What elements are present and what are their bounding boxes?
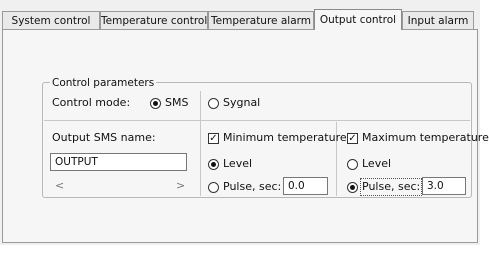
max-level-radio[interactable] [347,159,358,170]
tab-temperature-alarm[interactable]: Temperature alarm [208,11,314,29]
sms-name-input[interactable]: OUTPUT [50,153,187,171]
control-mode-label: Control mode: [52,96,131,109]
min-temperature-checkbox[interactable]: ✓ [208,133,219,144]
max-level-label[interactable]: Level [362,157,391,171]
min-pulse-label[interactable]: Pulse, sec: [223,180,281,194]
max-pulse-label[interactable]: Pulse, sec: [359,178,423,196]
row-divider [44,120,470,121]
group-title: Control parameters [50,77,157,89]
min-temperature-label[interactable]: Minimum temperature [223,131,347,145]
min-pulse-input[interactable]: 0.0 [283,177,328,195]
tab-temperature-control[interactable]: Temperature control [100,11,208,29]
mode-sms-label[interactable]: SMS [165,96,188,110]
min-level-label[interactable]: Level [223,157,252,171]
column-divider [200,91,201,196]
tab-input-alarm[interactable]: Input alarm [402,11,474,29]
mode-signal-radio[interactable] [208,98,219,109]
max-temperature-label[interactable]: Maximum temperature [362,131,489,145]
scroll-right-icon[interactable]: > [176,180,185,192]
tab-output-control[interactable]: Output control [314,9,402,30]
min-level-radio[interactable] [208,159,219,170]
mode-sms-radio[interactable] [150,98,161,109]
tab-system-control[interactable]: System control [2,11,100,29]
settings-window: System control Temperature control Tempe… [0,0,489,245]
scroll-left-icon[interactable]: < [55,180,64,192]
max-pulse-radio[interactable] [347,182,358,193]
max-temperature-checkbox[interactable]: ✓ [347,133,358,144]
sms-name-label: Output SMS name: [52,131,156,144]
min-pulse-radio[interactable] [208,182,219,193]
tab-bar: System control Temperature control Tempe… [2,9,478,30]
mode-signal-label[interactable]: Sygnal [223,96,260,110]
max-pulse-input[interactable]: 3.0 [422,177,466,195]
